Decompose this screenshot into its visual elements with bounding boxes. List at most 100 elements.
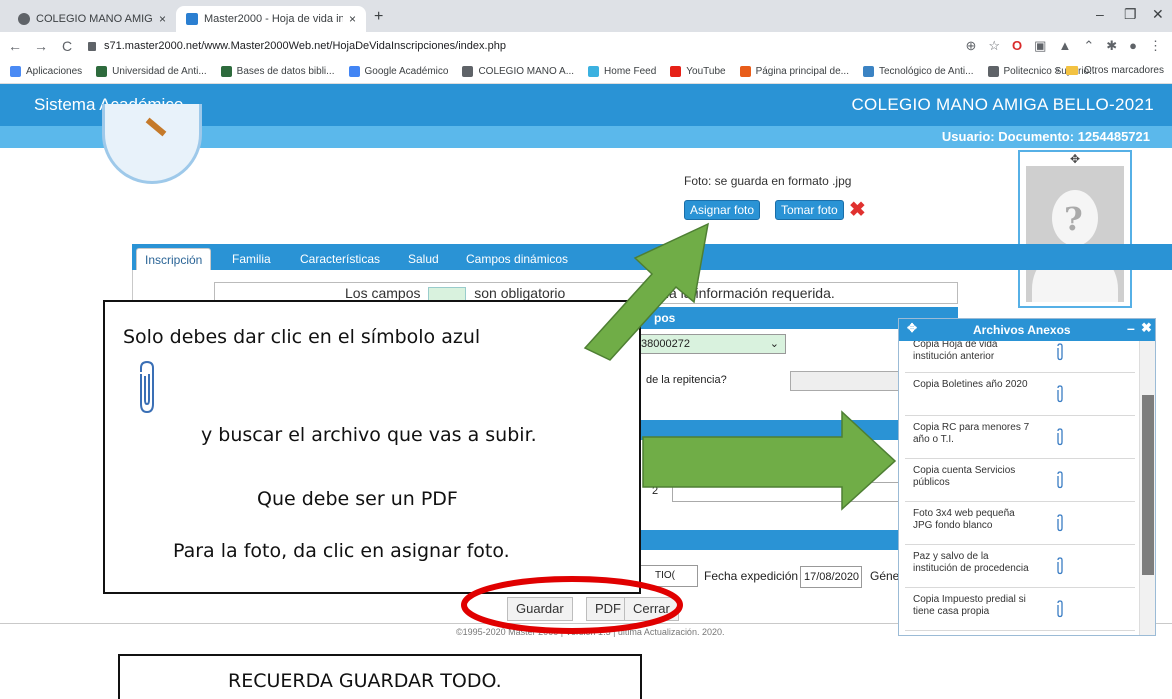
close-icon[interactable]: ✖ xyxy=(1141,320,1152,336)
browser-tab-master2000[interactable]: Master2000 - Hoja de vida inscrip × xyxy=(176,6,366,32)
attachments-title: Archivos Anexos xyxy=(973,323,1071,337)
url-text: s71.master2000.net/www.Master2000Web.net… xyxy=(104,40,506,52)
tab-caracteristicas[interactable]: Características xyxy=(292,248,388,270)
select-value: 38000272 xyxy=(641,338,690,350)
attachment-row: Copia Impuesto predial si tiene casa pro… xyxy=(905,588,1135,631)
bookmark-item[interactable]: Home Feed xyxy=(588,66,656,77)
attachment-label: Copia cuenta Servicios públicos xyxy=(913,465,1016,488)
instruction-line-1: Solo debes dar clic en el símbolo azul xyxy=(123,326,481,348)
minimize-button[interactable]: – xyxy=(1096,6,1104,22)
paperclip-icon xyxy=(140,360,154,414)
reload-button[interactable]: C xyxy=(56,38,78,54)
section-title: pos xyxy=(654,311,676,325)
maximize-button[interactable]: ❐ xyxy=(1124,6,1137,23)
url-field[interactable]: s71.master2000.net/www.Master2000Web.net… xyxy=(88,40,506,52)
bookmark-item[interactable]: Universidad de Anti... xyxy=(96,66,207,77)
puzzle-icon[interactable]: ✱ xyxy=(1106,38,1117,54)
bookmark-item[interactable]: Tecnológico de Anti... xyxy=(862,66,974,77)
attachment-label: Foto 3x4 web pequeña JPG fondo blanco xyxy=(913,508,1015,531)
other-bookmarks-label: Otros marcadores xyxy=(1083,65,1164,76)
bookmark-item[interactable]: COLEGIO MANO A... xyxy=(462,66,574,77)
school-logo xyxy=(102,104,202,184)
tab-campos-dinamicos[interactable]: Campos dinámicos xyxy=(458,248,576,270)
bookmark-label: Home Feed xyxy=(604,66,657,77)
tab-title: COLEGIO MANO AMIGA BELLO xyxy=(36,13,153,25)
attachment-row: Foto 3x4 web pequeña JPG fondo blanco xyxy=(905,502,1135,545)
repitencia-label: de la repitencia? xyxy=(646,374,727,386)
bookmark-icon xyxy=(220,66,232,77)
close-window-button[interactable]: ✕ xyxy=(1152,6,1164,23)
bookmark-item[interactable]: Aplicaciones xyxy=(10,66,82,77)
photo-format-note: Foto: se guarda en formato .jpg xyxy=(684,174,852,188)
footer-text: ©1995-2020 Master 2000 | Versión 1.5 | ú… xyxy=(456,627,725,637)
paperclip-icon[interactable] xyxy=(1055,557,1065,578)
move-icon[interactable]: ✥ xyxy=(1070,152,1080,166)
field-number: 2 xyxy=(652,485,659,497)
bookmark-item[interactable]: Página principal de... xyxy=(739,66,849,77)
bookmark-item[interactable]: Google Académico xyxy=(348,66,448,77)
attachment-label: Copia Boletines año 2020 xyxy=(913,379,1028,390)
bookmark-icon xyxy=(462,66,474,77)
tab-inscripcion[interactable]: Inscripción xyxy=(136,248,212,270)
browser-tab-colegio[interactable]: COLEGIO MANO AMIGA BELLO × xyxy=(8,6,176,32)
delete-photo-icon[interactable]: ✖ xyxy=(849,197,866,222)
attachment-row: Cartas laborales de los padres xyxy=(905,631,1135,635)
save-button[interactable]: Guardar xyxy=(507,597,573,621)
browser-tab-bar: COLEGIO MANO AMIGA BELLO × Master2000 - … xyxy=(0,0,1172,32)
reminder-text: RECUERDA GUARDAR TODO. xyxy=(228,670,502,692)
attachment-row: Copia Hoja de vida institución anterior xyxy=(905,341,1135,373)
forward-button[interactable]: → xyxy=(30,38,52,54)
tab-close-icon[interactable]: × xyxy=(349,12,356,26)
text-input[interactable] xyxy=(672,482,902,502)
assign-photo-button[interactable]: Asignar foto xyxy=(684,200,761,220)
bookmark-label: Aplicaciones xyxy=(26,66,83,77)
take-photo-button[interactable]: Tomar foto xyxy=(775,200,844,220)
tab-close-icon[interactable]: × xyxy=(159,12,166,26)
chevron-up-icon[interactable]: ⌃ xyxy=(1083,38,1094,54)
bookmark-item[interactable]: Bases de datos bibli... xyxy=(220,66,335,77)
paperclip-icon[interactable] xyxy=(1055,343,1065,364)
paperclip-icon[interactable] xyxy=(1055,471,1065,492)
document-type-select[interactable]: TIO( xyxy=(640,565,698,587)
expedition-date-label: Fecha expedición xyxy=(704,569,799,583)
repitencia-input[interactable] xyxy=(790,371,910,391)
attachment-row: Copia Boletines año 2020 xyxy=(905,373,1135,416)
star-icon[interactable]: ☆ xyxy=(988,38,1000,54)
instruction-callout: Solo debes dar clic en el símbolo azul y… xyxy=(103,300,641,594)
profile-icon[interactable]: ● xyxy=(1129,38,1137,54)
opera-icon[interactable]: O xyxy=(1012,38,1022,54)
other-bookmarks[interactable]: » Otros marcadores xyxy=(1054,65,1164,76)
bookmark-label: Tecnológico de Anti... xyxy=(878,66,974,77)
move-icon[interactable]: ✥ xyxy=(907,321,917,335)
new-tab-button[interactable]: + xyxy=(374,8,383,26)
bookmark-item[interactable]: YouTube xyxy=(670,66,726,77)
tab-familia[interactable]: Familia xyxy=(224,248,279,270)
bookmark-label: Página principal de... xyxy=(755,66,849,77)
tab-salud[interactable]: Salud xyxy=(400,248,447,270)
scrollbar-thumb[interactable] xyxy=(1142,395,1154,575)
paperclip-icon[interactable] xyxy=(1055,428,1065,449)
paperclip-icon[interactable] xyxy=(1055,600,1065,621)
school-title: COLEGIO MANO AMIGA BELLO-2021 xyxy=(851,95,1154,114)
minimize-icon[interactable]: – xyxy=(1127,320,1135,336)
paperclip-icon[interactable] xyxy=(1055,385,1065,406)
more-bookmarks-icon[interactable]: » xyxy=(1054,65,1060,76)
scrollbar[interactable] xyxy=(1139,341,1155,635)
mortarboard-icon[interactable]: ▲ xyxy=(1058,38,1071,54)
zoom-icon[interactable]: ⊕ xyxy=(965,38,976,54)
required-prefix: Los campos xyxy=(345,285,421,301)
expedition-date-input[interactable]: 17/08/2020 xyxy=(800,566,862,588)
bookmark-icon xyxy=(987,66,999,77)
paperclip-icon[interactable] xyxy=(1055,514,1065,535)
menu-icon[interactable]: ⋮ xyxy=(1149,38,1162,54)
bookmark-label: COLEGIO MANO A... xyxy=(478,66,575,77)
close-button[interactable]: Cerrar xyxy=(624,597,679,621)
attachment-label: Copia Hoja de vida institución anterior xyxy=(913,341,998,362)
extension-icon[interactable]: ▣ xyxy=(1034,38,1046,54)
instruction-line-2: y buscar el archivo que vas a subir. xyxy=(201,424,537,446)
instruction-line-3: Que debe ser un PDF xyxy=(257,488,458,510)
back-button[interactable]: ← xyxy=(4,38,26,54)
extension-icons: ⊕ ☆ O ▣ ▲ ⌃ ✱ ● ⋮ xyxy=(965,38,1162,54)
lock-icon xyxy=(88,41,96,51)
select-field[interactable]: 38000272 ⌄ xyxy=(636,334,786,354)
